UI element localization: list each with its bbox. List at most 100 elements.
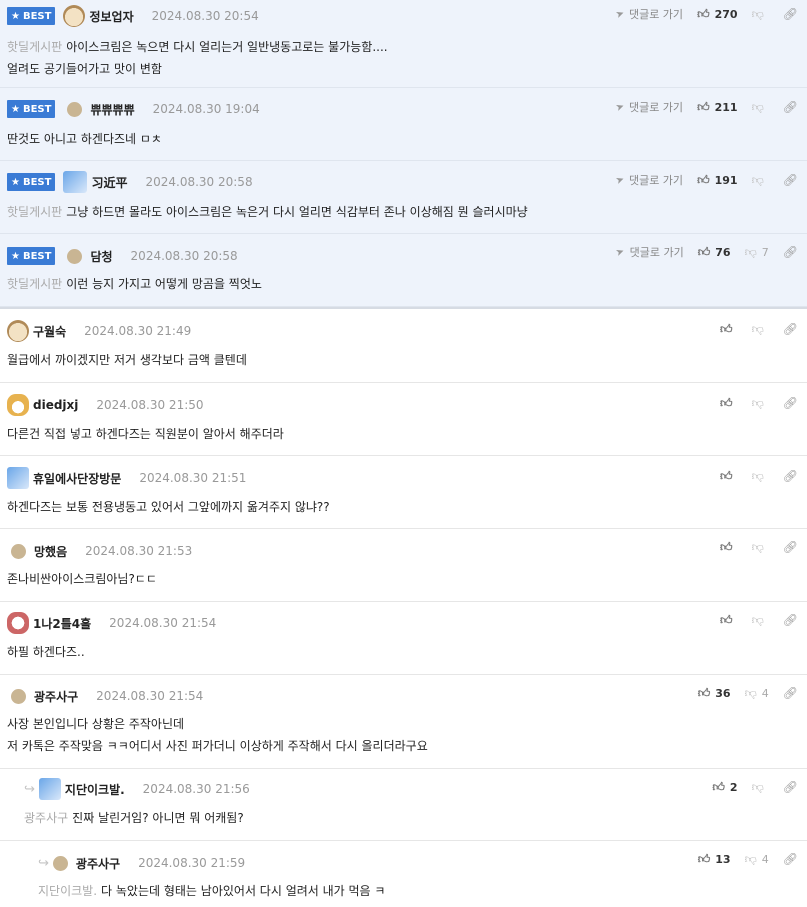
dislike-button[interactable]: 👎︎ 7 bbox=[745, 245, 769, 260]
like-button[interactable]: 👍︎ bbox=[720, 613, 738, 628]
like-button[interactable]: 👍︎ 211 bbox=[697, 100, 738, 115]
star-icon: ★ bbox=[11, 103, 20, 115]
comment-text: 존나비싼아이스크림아님?ㄷㄷ bbox=[7, 572, 157, 586]
comment-item: ★ BEST 쀼쀼쀼쀼 2024.08.30 19:04 딴것도 아니고 하겐다즈… bbox=[0, 88, 807, 161]
comment-item: 광주사구 2024.08.30 21:54 사장 본인입니다 상황은 주작아닌데… bbox=[0, 675, 807, 769]
like-button[interactable]: 👍︎ 191 bbox=[697, 173, 738, 188]
dislike-button[interactable]: 👎︎ 4 bbox=[745, 686, 769, 701]
comment-author[interactable]: 지단이크발. bbox=[65, 781, 125, 798]
comment-author[interactable]: 담청 bbox=[90, 248, 112, 265]
thumbs-down-icon: 👎︎ bbox=[744, 244, 757, 259]
thumbs-down-icon: 👎︎ bbox=[751, 99, 764, 114]
comment-author[interactable]: 구월숙 bbox=[33, 323, 66, 340]
dot-avatar[interactable] bbox=[11, 688, 26, 704]
comment-author[interactable]: diedjxj bbox=[33, 398, 78, 412]
fox-avatar[interactable] bbox=[7, 394, 29, 416]
comment-text: 하겐다즈는 보통 전용냉동고 있어서 그앞에까지 옮겨주지 않냐?? bbox=[7, 500, 330, 514]
comment-text: 저 카톡은 주작맞음 ㅋㅋ어디서 사진 퍼가더니 이상하게 주작해서 다시 올리… bbox=[7, 739, 428, 753]
dislike-button[interactable]: 👎︎ bbox=[752, 396, 769, 411]
comment-author[interactable]: 习近平 bbox=[91, 174, 127, 191]
comment-author[interactable]: 광주사구 bbox=[76, 855, 120, 872]
like-button[interactable]: 👍︎ 270 bbox=[697, 7, 738, 22]
comment-text: 이런 능지 가지고 어떻게 망곰을 찍엇노 bbox=[66, 277, 262, 291]
dot-avatar[interactable] bbox=[67, 101, 83, 117]
like-button[interactable]: 👍︎ 76 bbox=[698, 245, 731, 260]
like-button[interactable]: 👍︎ 2 bbox=[712, 780, 737, 795]
comment-date: 2024.08.30 21:53 bbox=[85, 544, 193, 558]
like-button[interactable]: 👍︎ bbox=[720, 469, 738, 484]
blue-avatar[interactable] bbox=[7, 467, 29, 489]
blue-avatar[interactable] bbox=[38, 778, 61, 800]
comment-author[interactable]: 정보업자 bbox=[89, 8, 133, 25]
thumbs-down-icon: 👎︎ bbox=[744, 685, 757, 700]
comment-author[interactable]: 광주사구 bbox=[34, 688, 78, 705]
dog-avatar[interactable] bbox=[7, 320, 29, 342]
goto-reply-link[interactable]: ➤ 댓글로 가기 bbox=[614, 99, 683, 115]
link-icon[interactable]: 🔗︎ bbox=[783, 780, 798, 794]
best-badge: ★ BEST bbox=[7, 100, 56, 118]
dot-avatar[interactable] bbox=[52, 855, 68, 871]
goto-reply-link[interactable]: ➤ 댓글로 가기 bbox=[613, 172, 683, 188]
dog-avatar[interactable] bbox=[63, 5, 86, 27]
thumbs-up-icon: 👍︎ bbox=[697, 685, 711, 700]
best-badge: ★ BEST bbox=[7, 173, 56, 191]
thumbs-up-icon: 👍︎ bbox=[720, 468, 733, 483]
board-tag[interactable]: 핫딜게시판 bbox=[7, 40, 62, 54]
thumbs-down-icon: 👎︎ bbox=[751, 539, 764, 554]
navigate-arrow-icon: ➤ bbox=[613, 173, 626, 187]
dislike-button[interactable]: 👎︎ bbox=[752, 173, 769, 188]
dislike-button[interactable]: 👎︎ bbox=[752, 613, 769, 628]
reply-to-author[interactable]: 광주사구 bbox=[24, 811, 68, 825]
link-icon[interactable]: 🔗︎ bbox=[783, 540, 798, 554]
goto-reply-link[interactable]: ➤ 댓글로 가기 bbox=[614, 6, 683, 22]
like-button[interactable]: 👍︎ 36 bbox=[698, 686, 731, 701]
comment-date: 2024.08.30 21:50 bbox=[96, 398, 204, 412]
star-icon: ★ bbox=[11, 250, 20, 262]
comment-date: 2024.08.30 20:58 bbox=[130, 249, 238, 263]
dislike-button[interactable]: 👎︎ bbox=[752, 7, 769, 22]
dot-avatar[interactable] bbox=[11, 543, 26, 559]
dot-avatar[interactable] bbox=[67, 248, 83, 264]
link-icon[interactable]: 🔗︎ bbox=[783, 7, 798, 21]
comment-date: 2024.08.30 20:54 bbox=[151, 9, 259, 23]
link-icon[interactable]: 🔗︎ bbox=[783, 173, 798, 187]
thumbs-down-icon: 👎︎ bbox=[751, 779, 764, 794]
comment-date: 2024.08.30 21:49 bbox=[84, 324, 192, 338]
comment-text: 월급에서 까이겠지만 저거 생각보다 금액 클텐데 bbox=[7, 353, 247, 367]
goto-reply-link[interactable]: ➤ 댓글로 가기 bbox=[614, 244, 684, 260]
comment-author[interactable]: 망했음 bbox=[34, 543, 67, 560]
like-button[interactable]: 👍︎ bbox=[720, 540, 738, 555]
comment-date: 2024.08.30 21:54 bbox=[109, 616, 217, 630]
comment-author[interactable]: 1나2틀4흘 bbox=[33, 615, 91, 632]
link-icon[interactable]: 🔗︎ bbox=[783, 322, 798, 336]
dislike-button[interactable]: 👎︎ bbox=[752, 322, 769, 337]
reply-arrow-icon: ↪ bbox=[24, 781, 35, 797]
link-icon[interactable]: 🔗︎ bbox=[783, 613, 798, 627]
link-icon[interactable]: 🔗︎ bbox=[783, 396, 798, 410]
board-tag[interactable]: 핫딜게시판 bbox=[7, 205, 62, 219]
dislike-button[interactable]: 👎︎ bbox=[752, 100, 769, 115]
dislike-button[interactable]: 👎︎ bbox=[752, 780, 769, 795]
dislike-button[interactable]: 👎︎ bbox=[752, 540, 769, 555]
reply-to-author[interactable]: 지단이크발. bbox=[38, 884, 97, 898]
like-button[interactable]: 👍︎ bbox=[720, 322, 738, 337]
thumbs-down-icon: 👎︎ bbox=[751, 172, 764, 187]
dislike-button[interactable]: 👎︎ 4 bbox=[745, 852, 769, 867]
link-icon[interactable]: 🔗︎ bbox=[783, 469, 798, 483]
comment-text: 진짜 날린거임? 아니면 뭐 어캐됨? bbox=[72, 811, 244, 825]
comment-author[interactable]: 휴일에사단장방문 bbox=[33, 470, 121, 487]
thumbs-down-icon: 👎︎ bbox=[751, 6, 764, 21]
comment-author[interactable]: 쀼쀼쀼쀼 bbox=[90, 101, 134, 118]
link-icon[interactable]: 🔗︎ bbox=[783, 245, 798, 259]
link-icon[interactable]: 🔗︎ bbox=[783, 686, 798, 700]
link-icon[interactable]: 🔗︎ bbox=[783, 100, 798, 114]
comment-date: 2024.08.30 21:51 bbox=[139, 471, 247, 485]
link-icon[interactable]: 🔗︎ bbox=[783, 852, 798, 866]
blue-avatar[interactable] bbox=[63, 171, 88, 193]
like-button[interactable]: 👍︎ 13 bbox=[698, 852, 731, 867]
board-tag[interactable]: 핫딜게시판 bbox=[7, 277, 62, 291]
navigate-arrow-icon: ➤ bbox=[614, 245, 627, 259]
like-button[interactable]: 👍︎ bbox=[720, 396, 738, 411]
dislike-button[interactable]: 👎︎ bbox=[752, 469, 769, 484]
face-avatar[interactable] bbox=[7, 612, 29, 634]
